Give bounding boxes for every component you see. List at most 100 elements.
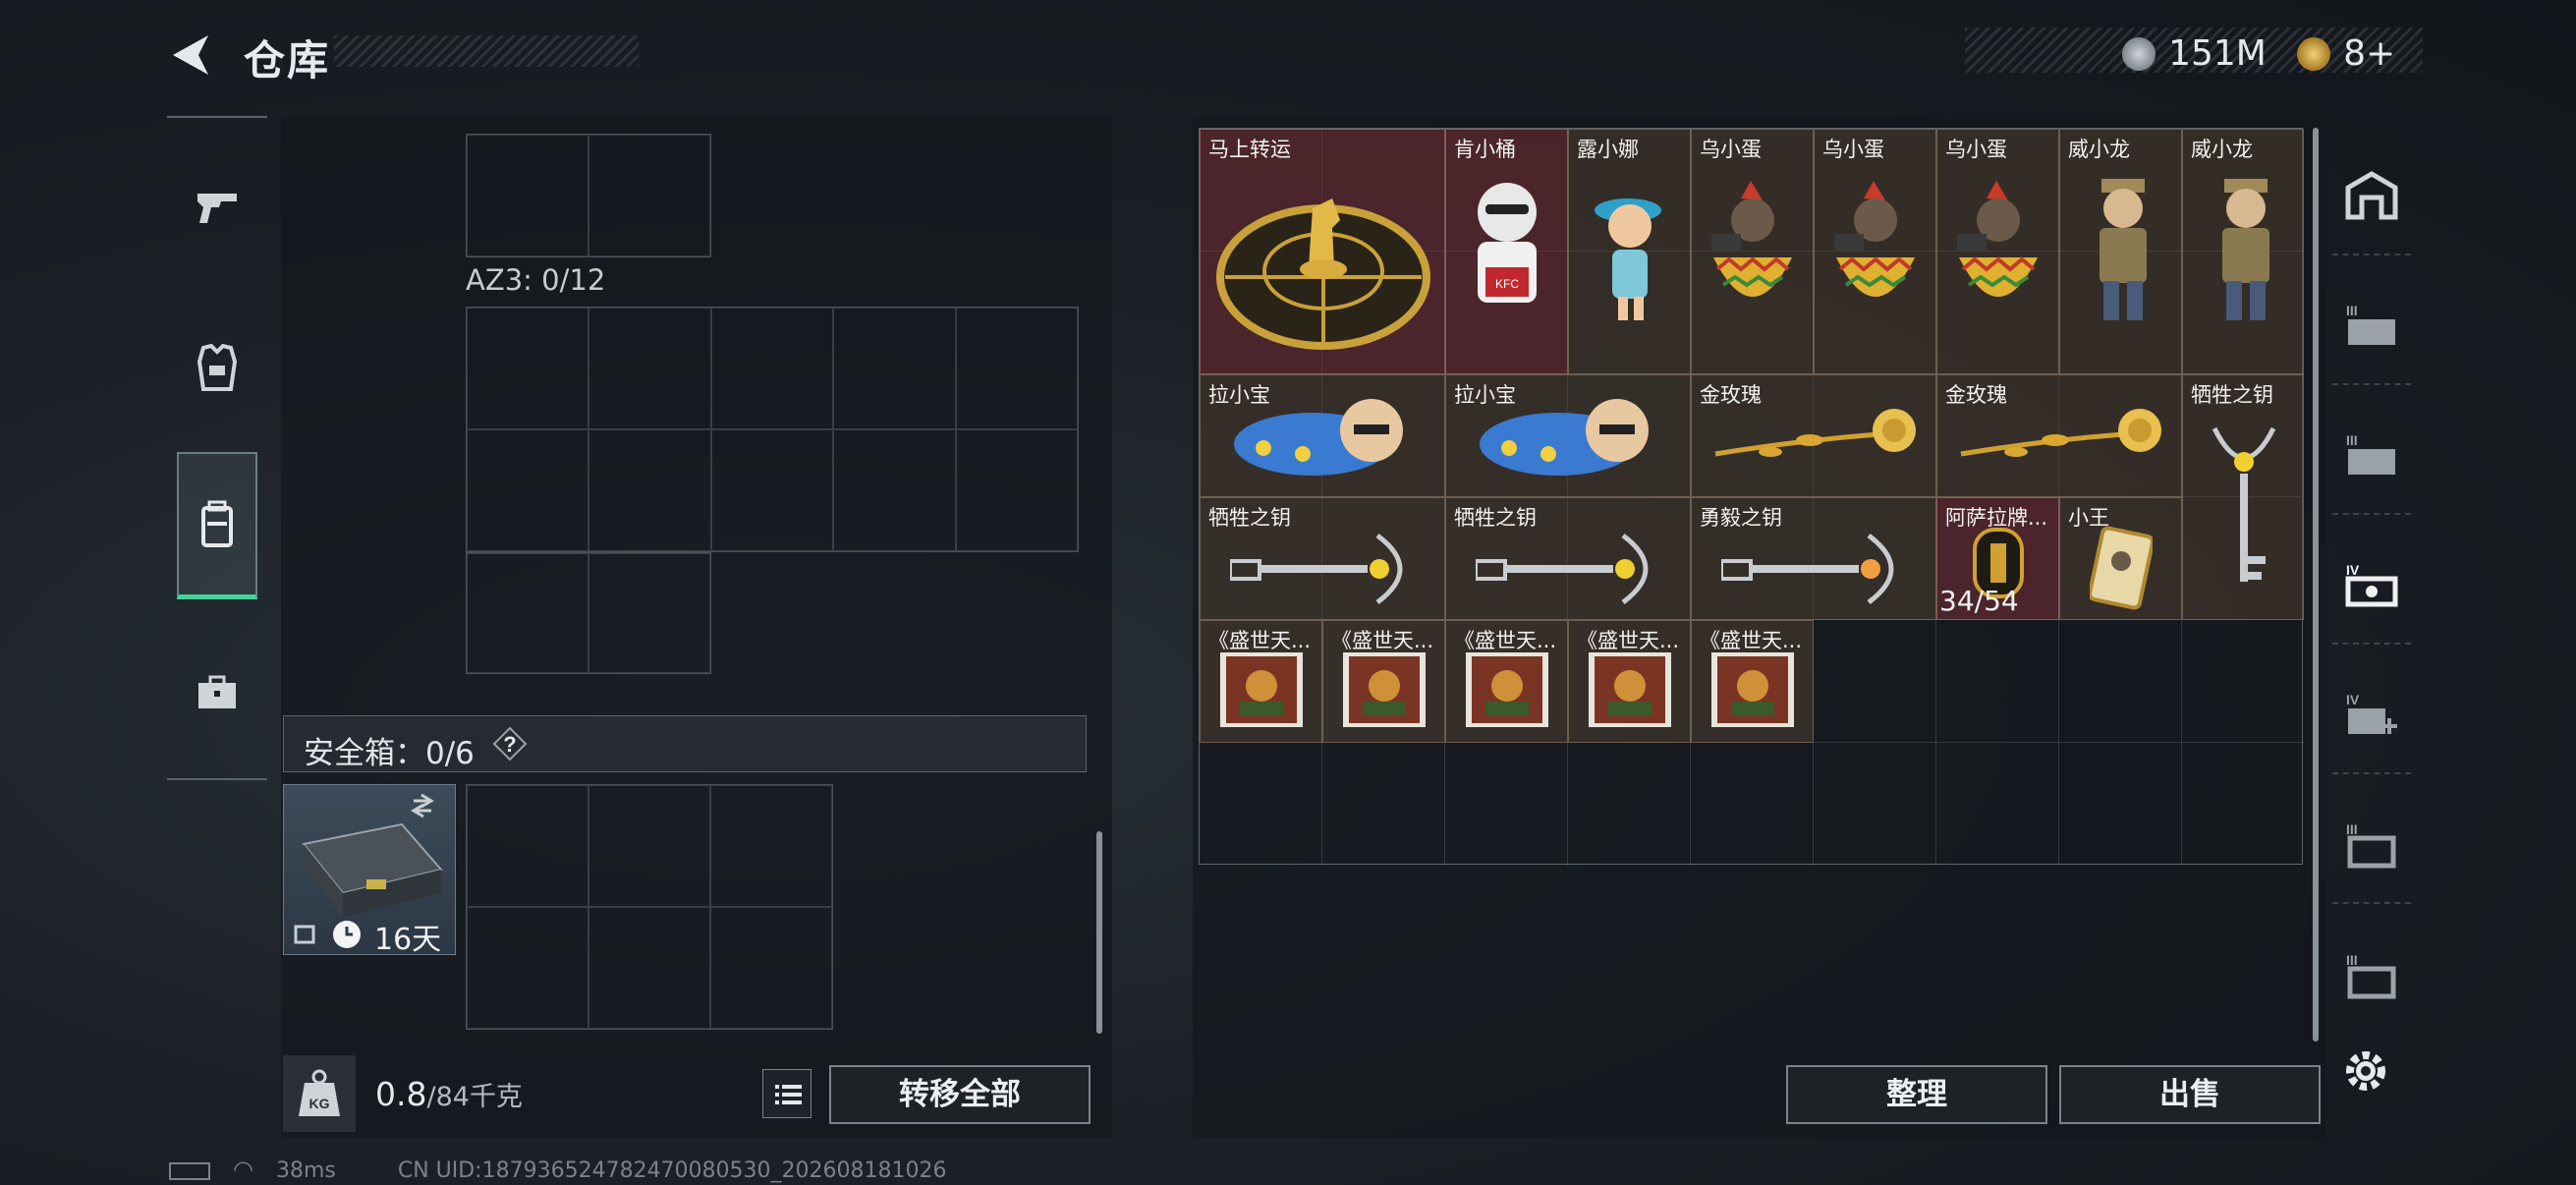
- svg-text:III: III: [2346, 432, 2358, 448]
- sort-button[interactable]: 整理: [1786, 1065, 2047, 1124]
- currency-bar: 151M 8+: [1965, 28, 2423, 74]
- uid-text: CN UID:187936524782470080530_20260818102…: [397, 1158, 947, 1183]
- key-icon: [2212, 426, 2276, 582]
- weight-icon-box: KG: [283, 1055, 356, 1132]
- wifi-icon: ◠: [233, 1156, 253, 1183]
- warehouse-item[interactable]: 《盛世天...: [1200, 620, 1322, 743]
- warehouse-item[interactable]: 乌小蛋: [1814, 129, 1936, 374]
- filter-tier-3-a[interactable]: III: [2332, 267, 2411, 385]
- warehouse-item[interactable]: 牺牲之钥: [1200, 497, 1445, 620]
- egg-soldier-icon: [1711, 181, 1792, 297]
- book-icon: [1220, 652, 1303, 727]
- key-icon: [1476, 533, 1649, 605]
- weight-value: 0.8: [375, 1075, 427, 1113]
- category-nav: [167, 116, 267, 780]
- egg-soldier-icon: [1834, 181, 1915, 297]
- settings-button[interactable]: [2338, 1044, 2393, 1099]
- silver-currency-value: 151M: [2168, 33, 2267, 74]
- az3-grid-extension[interactable]: [466, 552, 711, 674]
- help-button[interactable]: ?: [492, 726, 528, 762]
- safe-box-grid[interactable]: [466, 784, 833, 1030]
- warehouse-item[interactable]: 《盛世天...: [1691, 620, 1814, 743]
- warehouse-item[interactable]: 拉小宝: [1200, 374, 1445, 497]
- book-icon: [1466, 652, 1548, 727]
- tier-3-icon: III: [2346, 432, 2395, 475]
- gold-rose-icon: [1960, 409, 2161, 457]
- back-button[interactable]: [165, 29, 216, 81]
- warehouse-item[interactable]: 乌小蛋: [1691, 129, 1814, 374]
- sell-button[interactable]: 出售: [2059, 1065, 2321, 1124]
- filter-tier-4-medical[interactable]: IV: [2332, 656, 2411, 774]
- weight-icon: KG: [299, 1069, 340, 1116]
- item-label: 马上转运: [1208, 138, 1291, 161]
- warehouse-item[interactable]: 露小娜: [1568, 129, 1691, 374]
- warehouse-item[interactable]: 肯小桶 KFC: [1445, 129, 1568, 374]
- golden-horse-dial-icon: [1216, 198, 1430, 350]
- safe-box-duration: 16天: [374, 923, 442, 957]
- filter-tier-4-active[interactable]: IV: [2332, 527, 2411, 645]
- battery-icon: [169, 1162, 210, 1180]
- book-icon: [1589, 652, 1671, 727]
- card-icon: [2090, 526, 2153, 610]
- svg-text:KFC: KFC: [1495, 277, 1519, 291]
- filter-tier-3-b[interactable]: III: [2332, 397, 2411, 515]
- book-icon: [1711, 652, 1794, 727]
- list-view-button[interactable]: [762, 1069, 812, 1118]
- tier-4-medkit-icon: IV: [2346, 692, 2397, 734]
- tier-3-icon: III: [2346, 303, 2395, 345]
- warehouse-item[interactable]: 勇毅之钥: [1691, 497, 1936, 620]
- gold-coin-icon: [2296, 36, 2330, 71]
- item-label: 威小龙: [2191, 138, 2253, 161]
- help-text: ?: [503, 732, 516, 757]
- left-scrollbar[interactable]: [1096, 831, 1102, 1034]
- warehouse-item[interactable]: 威小龙: [2182, 129, 2304, 374]
- filter-tier-3-c[interactable]: III: [2332, 786, 2411, 904]
- soldier-figure-icon: [2100, 179, 2147, 320]
- svg-text:III: III: [2346, 821, 2358, 837]
- item-label: 威小龙: [2068, 138, 2130, 161]
- book-icon: [1343, 652, 1426, 727]
- briefcase-icon: [198, 675, 236, 708]
- transfer-all-button[interactable]: 转移全部: [829, 1065, 1091, 1124]
- warehouse-item[interactable]: 威小龙: [2059, 129, 2182, 374]
- category-case[interactable]: [177, 619, 257, 766]
- warehouse-item[interactable]: 金玫瑰: [1691, 374, 1936, 497]
- safe-box-item[interactable]: 16天: [283, 784, 456, 957]
- pistol-icon: [197, 194, 237, 223]
- weight-readout: 0.8/84千克: [375, 1075, 523, 1113]
- warehouse-item[interactable]: 马上转运: [1200, 129, 1445, 374]
- warehouse-item[interactable]: 《盛世天...: [1445, 620, 1568, 743]
- warehouse-building-icon: [2345, 171, 2398, 220]
- soldier-figure-icon: [2222, 179, 2269, 320]
- backpack-icon: [201, 500, 233, 547]
- warehouse-item[interactable]: 小王: [2059, 497, 2182, 620]
- warehouse-item[interactable]: 阿萨拉牌... 34/54: [1936, 497, 2059, 620]
- category-weapons[interactable]: [177, 134, 257, 281]
- warehouse-item[interactable]: 《盛世天...: [1322, 620, 1445, 743]
- item-label: 牺牲之钥: [2191, 383, 2273, 407]
- filter-all[interactable]: [2332, 138, 2411, 255]
- item-label: 乌小蛋: [1700, 138, 1762, 161]
- warehouse-item[interactable]: 金玫瑰: [1936, 374, 2182, 497]
- lying-figure-icon: [1480, 399, 1649, 476]
- warehouse-item[interactable]: 牺牲之钥: [2182, 374, 2304, 620]
- az3-grid[interactable]: [466, 307, 1079, 552]
- warehouse-item[interactable]: 拉小宝: [1445, 374, 1691, 497]
- warehouse-grid[interactable]: 马上转运 肯小桶 KFC 露小娜 乌小蛋 乌小蛋 乌小蛋 威小龙 威小龙 拉小宝…: [1199, 128, 2304, 866]
- az3-capacity-label: AZ3: 0/12: [466, 263, 606, 297]
- category-armor[interactable]: [177, 295, 257, 442]
- filter-tier-3-d[interactable]: III: [2332, 916, 2411, 1034]
- safe-box-header: 安全箱：0/6 ?: [283, 715, 1087, 772]
- warehouse-item[interactable]: 乌小蛋: [1936, 129, 2059, 374]
- item-count: 34/54: [1939, 585, 2019, 617]
- warehouse-item[interactable]: 牺牲之钥: [1445, 497, 1691, 620]
- warehouse-scrollbar[interactable]: [2313, 128, 2319, 1042]
- key-icon: [1230, 533, 1403, 605]
- container-grid-top[interactable]: [466, 134, 711, 257]
- warehouse-item[interactable]: 《盛世天...: [1568, 620, 1691, 743]
- status-bar: ◠ 38ms CN UID:187936524782470080530_2026…: [169, 1156, 963, 1183]
- latency-text: 38ms: [275, 1158, 336, 1183]
- lying-figure-icon: [1234, 399, 1403, 476]
- item-label: 乌小蛋: [1945, 138, 2007, 161]
- category-backpack[interactable]: [177, 452, 257, 599]
